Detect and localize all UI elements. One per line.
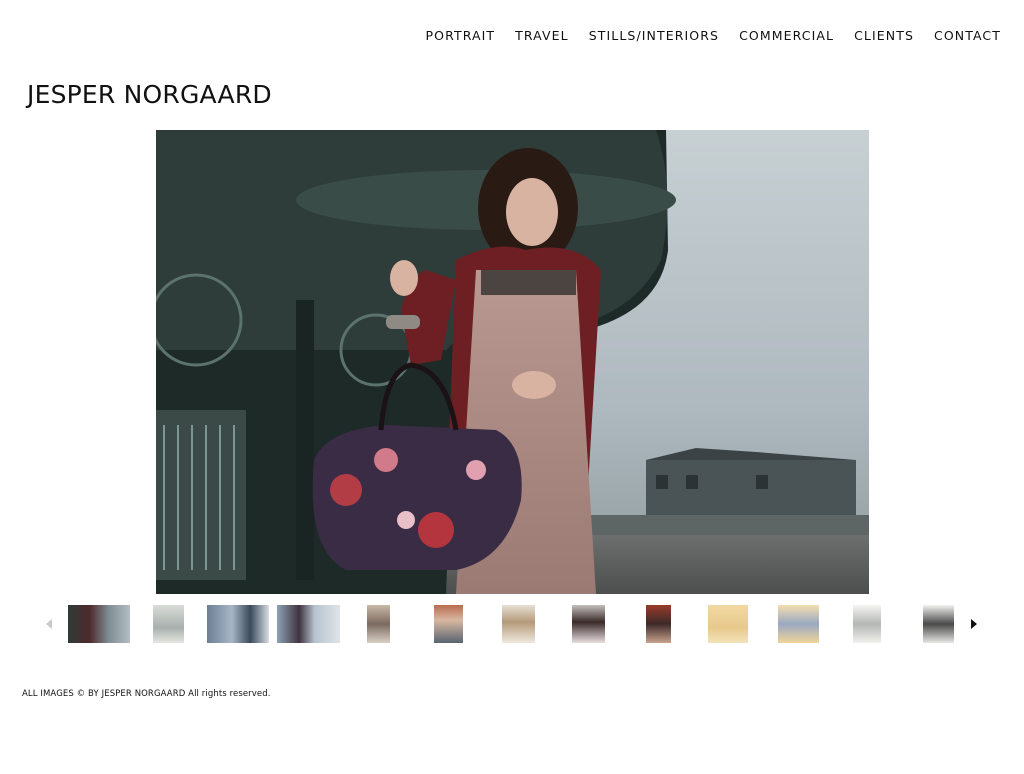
main-photo-image	[156, 130, 869, 594]
thumbnail-3[interactable]	[207, 605, 269, 643]
chevron-right-icon[interactable]	[971, 619, 977, 629]
thumbnail-strip	[0, 604, 1024, 644]
nav-item-stills-interiors[interactable]: STILLS/INTERIORS	[589, 28, 719, 43]
nav-item-clients[interactable]: CLIENTS	[854, 28, 914, 43]
nav-item-contact[interactable]: CONTACT	[934, 28, 1001, 43]
nav-item-commercial[interactable]: COMMERCIAL	[739, 28, 834, 43]
thumbnail-9[interactable]	[646, 605, 671, 643]
thumbnail-6[interactable]	[434, 605, 463, 643]
nav-item-travel[interactable]: TRAVEL	[515, 28, 569, 43]
thumbnail-12[interactable]	[853, 605, 881, 643]
thumbnail-2[interactable]	[153, 605, 184, 643]
thumbnail-10[interactable]	[708, 605, 748, 643]
main-nav: PORTRAIT TRAVEL STILLS/INTERIORS COMMERC…	[426, 28, 1002, 43]
footer-copyright: ALL IMAGES © BY JESPER NORGAARD All righ…	[22, 689, 271, 699]
thumbnail-7[interactable]	[502, 605, 535, 643]
thumbnail-1[interactable]	[68, 605, 130, 643]
nav-item-portrait[interactable]: PORTRAIT	[426, 28, 496, 43]
thumbnail-5[interactable]	[367, 605, 390, 643]
thumbnail-4[interactable]	[277, 605, 340, 643]
chevron-left-icon[interactable]	[46, 619, 52, 629]
thumbnail-11[interactable]	[778, 605, 819, 643]
thumbnail-8[interactable]	[572, 605, 605, 643]
thumbnail-13[interactable]	[923, 605, 954, 643]
site-title[interactable]: JESPER NORGAARD	[27, 80, 272, 109]
main-photo[interactable]	[156, 130, 869, 594]
